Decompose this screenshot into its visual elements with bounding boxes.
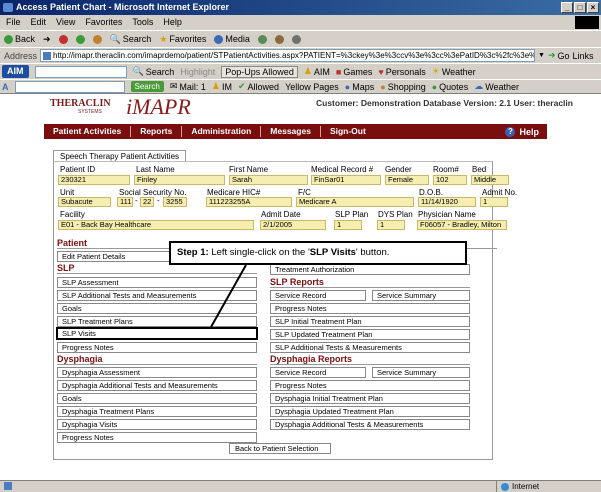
callout-step: Step 1: xyxy=(177,247,209,258)
callout-suffix: ' button. xyxy=(355,247,390,258)
callout-text: Left single-click on the ' xyxy=(208,247,310,258)
instruction-callout: Step 1: Left single-click on the 'SLP Vi… xyxy=(169,241,467,265)
page-done-icon xyxy=(4,482,12,490)
internet-globe-icon xyxy=(501,482,509,491)
status-bar: Internet xyxy=(0,480,601,492)
status-zone: Internet xyxy=(512,482,540,491)
callout-target: SLP Visits xyxy=(309,247,356,258)
